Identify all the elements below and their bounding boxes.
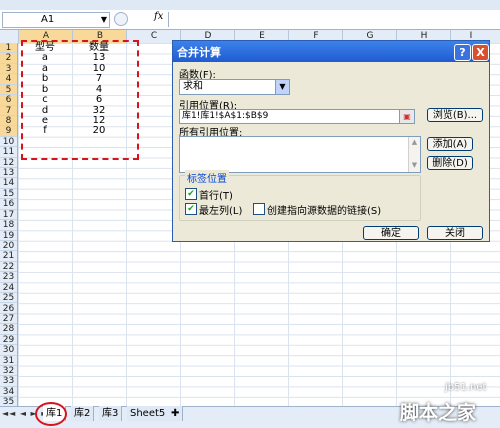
add-button[interactable]: 添加(A)	[427, 137, 473, 151]
delete-button[interactable]: 删除(D)	[427, 156, 473, 170]
row-header[interactable]: 13	[0, 168, 17, 179]
divider	[168, 12, 169, 27]
close-icon[interactable]: X	[472, 44, 489, 61]
row-header[interactable]: 19	[0, 231, 17, 241]
row-header[interactable]: 16	[0, 199, 17, 210]
chevron-down-icon[interactable]: ▼	[275, 80, 289, 94]
label-position-title: 标签位置	[185, 170, 229, 185]
row-header[interactable]: 21	[0, 251, 17, 262]
new-sheet-icon[interactable]: ✚	[168, 406, 184, 421]
annotation-red-circle	[35, 402, 67, 426]
watermark-site: jb51.net	[445, 382, 487, 393]
fx-icon[interactable]: fx	[154, 11, 163, 22]
consolidate-dialog: 合并计算 ? X 函数(F): 求和 ▼ 引用位置(R): 库1!库1!$A$1…	[172, 40, 490, 242]
link-source-checkbox[interactable]	[253, 203, 265, 215]
chevron-down-icon[interactable]: ▼	[101, 13, 107, 27]
row-header[interactable]: 11	[0, 147, 17, 158]
row-header[interactable]: 28	[0, 324, 17, 335]
watermark-brand: 脚本之家	[400, 402, 477, 424]
help-button[interactable]: ?	[454, 44, 471, 61]
sheet-tab-lib3[interactable]: 库3	[99, 406, 123, 421]
row-header[interactable]: 15	[0, 189, 17, 200]
dialog-close-button[interactable]: 关闭	[427, 226, 483, 240]
row-header[interactable]: 22	[0, 262, 17, 273]
row-header[interactable]: 9	[0, 126, 17, 137]
row-header[interactable]: 29	[0, 335, 17, 346]
sheet-tab-lib2[interactable]: 库2	[71, 406, 95, 421]
row-header[interactable]: 31	[0, 356, 17, 366]
row-header[interactable]: 2	[0, 53, 17, 64]
all-references-list[interactable]: ▲ ▼	[179, 136, 421, 173]
row-header[interactable]: 30	[0, 345, 17, 356]
ok-button[interactable]: 确定	[363, 226, 419, 240]
reference-value: 库1!库1!$A$1:$B$9	[182, 111, 269, 121]
row-header[interactable]: 20	[0, 241, 17, 252]
row-header[interactable]: 10	[0, 137, 17, 148]
annotation-dashed-box	[21, 40, 139, 160]
scroll-down-icon[interactable]: ▼	[409, 161, 420, 169]
row-header[interactable]: 6	[0, 95, 17, 106]
sheet-tab-sheet5[interactable]: Sheet5	[127, 406, 170, 421]
name-box[interactable]: A1 ▼	[2, 12, 110, 28]
first-row-checkbox[interactable]: ✔	[185, 188, 197, 200]
row-header[interactable]: 5	[0, 84, 17, 96]
dialog-title: 合并计算	[177, 46, 221, 59]
row-header[interactable]: 34	[0, 387, 17, 398]
dialog-title-bar[interactable]: 合并计算 ? X	[173, 41, 489, 62]
row-header[interactable]: 27	[0, 314, 17, 325]
link-source-label: 创建指向源数据的链接(S)	[267, 206, 382, 217]
row-header[interactable]: 33	[0, 376, 17, 387]
row-header[interactable]: 1	[0, 43, 17, 54]
function-value: 求和	[183, 81, 203, 92]
row-header[interactable]: 32	[0, 366, 17, 377]
row-header[interactable]: 23	[0, 272, 17, 283]
row-header[interactable]: 26	[0, 304, 17, 314]
row-header[interactable]: 8	[0, 115, 17, 127]
reference-input[interactable]: 库1!库1!$A$1:$B$9 ▣	[179, 109, 415, 124]
scroll-up-icon[interactable]: ▲	[409, 138, 420, 146]
row-header[interactable]: 3	[0, 63, 17, 75]
row-header[interactable]: 18	[0, 220, 17, 231]
row-header[interactable]: 25	[0, 293, 17, 304]
left-column-label: 最左列(L)	[199, 206, 243, 217]
collapse-dialog-icon[interactable]: ▣	[399, 110, 414, 123]
first-row-label: 首行(T)	[199, 191, 233, 202]
formula-cancel-icon[interactable]	[114, 12, 128, 26]
row-header[interactable]: 14	[0, 178, 17, 189]
row-header[interactable]: 17	[0, 210, 17, 221]
row-header[interactable]: 12	[0, 158, 17, 169]
function-select[interactable]: 求和 ▼	[179, 79, 290, 95]
left-column-checkbox[interactable]: ✔	[185, 203, 197, 215]
browse-button[interactable]: 浏览(B)...	[427, 108, 483, 122]
row-header[interactable]: 7	[0, 105, 17, 116]
name-box-value: A1	[41, 14, 55, 25]
row-header-bar: 1 2 3 4 5 6 7 8 9 10 11 12 13 14 15 16 17 18 19 20 21 22 23 24 2…	[0, 43, 18, 408]
row-header[interactable]: 4	[0, 74, 17, 85]
list-scrollbar[interactable]: ▲ ▼	[408, 137, 420, 172]
row-header[interactable]: 24	[0, 283, 17, 294]
